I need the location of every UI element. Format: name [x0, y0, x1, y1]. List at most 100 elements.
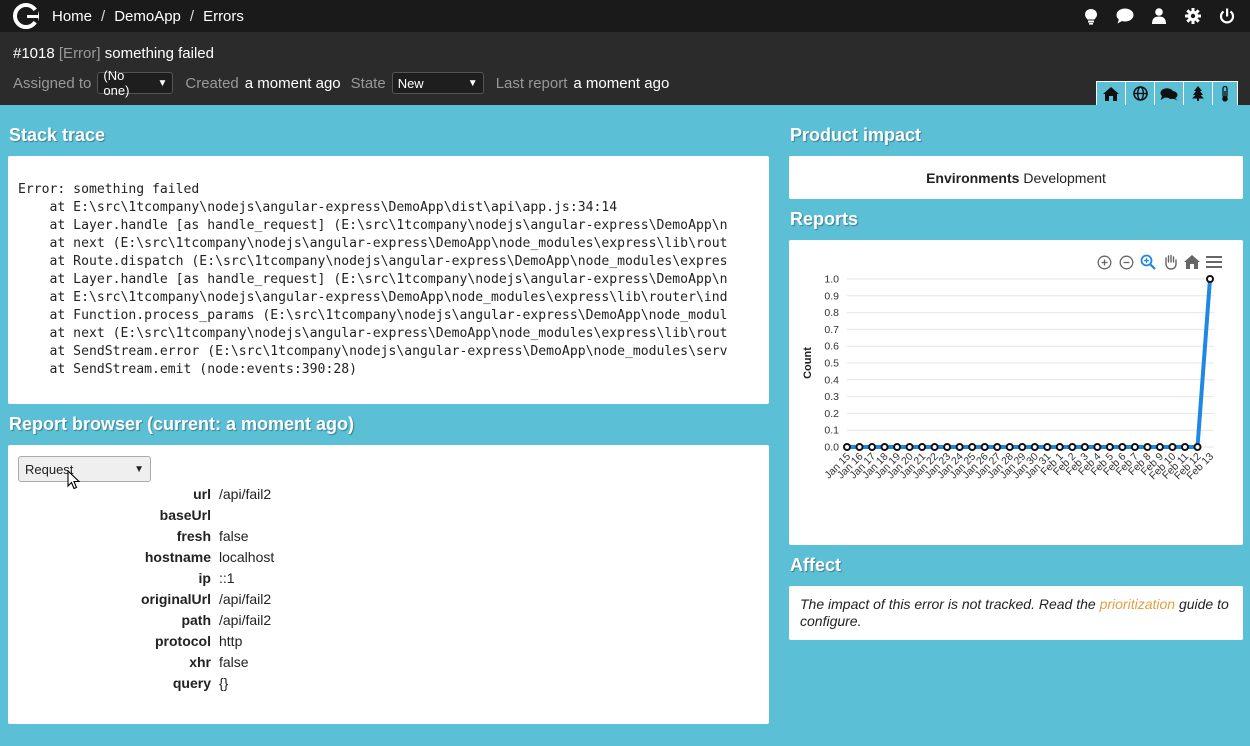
property-key: protocol	[155, 632, 211, 649]
reset-home-icon[interactable]	[1181, 252, 1203, 272]
property-row: query {}	[8, 672, 408, 693]
assigned-label: Assigned to	[13, 74, 92, 92]
data-point	[1043, 443, 1052, 451]
data-point	[855, 443, 864, 451]
data-point	[905, 443, 914, 451]
stack-line: at next (E:\src\1tcompany\nodejs\angular…	[18, 326, 728, 341]
home-icon[interactable]	[1097, 82, 1125, 105]
property-value: http	[219, 632, 243, 649]
stack-line: at next (E:\src\1tcompany\nodejs\angular…	[18, 236, 728, 251]
stack-line: at Function.process_params (E:\src\1tcom…	[18, 308, 728, 323]
data-point	[1105, 443, 1114, 451]
user-icon[interactable]	[1142, 0, 1176, 32]
breadcrumb-separator: /	[189, 7, 195, 25]
error-meta: Assigned to (No one) ▼ Created a moment …	[13, 68, 679, 98]
data-point	[955, 443, 964, 451]
stack-trace-panel: Error: something failed at E:\src\1tcomp…	[8, 156, 769, 404]
breadcrumb-errors[interactable]: Errors	[203, 8, 244, 25]
affect-text: The impact of this error is not tracked.…	[800, 596, 1100, 612]
property-value: /api/fail2	[219, 611, 272, 628]
chevron-down-icon: ▼	[157, 77, 168, 89]
breadcrumb-app[interactable]: DemoApp	[114, 8, 181, 25]
comments-icon[interactable]	[1155, 82, 1183, 105]
property-key: fresh	[176, 527, 211, 544]
property-row: ip::1	[8, 567, 408, 588]
error-message: something failed	[104, 45, 214, 62]
property-value: ::1	[219, 569, 235, 586]
y-tick-label: 0.8	[824, 307, 839, 319]
lightbulb-icon[interactable]	[1074, 0, 1108, 32]
property-key: path	[181, 611, 211, 628]
data-point	[1093, 443, 1102, 451]
zoom-in-icon[interactable]	[1093, 252, 1115, 272]
reports-heading: Reports	[790, 209, 859, 229]
product-impact-panel: Environments Development	[789, 156, 1243, 199]
reports-chart: 0.00.10.20.30.40.50.60.70.80.91.0CountJa…	[802, 274, 1216, 483]
logo[interactable]	[12, 2, 40, 30]
breadcrumb-home[interactable]: Home	[52, 8, 92, 25]
data-point	[930, 443, 939, 451]
page-title: #1018 [Error] something failed	[13, 45, 214, 62]
data-point	[1068, 443, 1077, 451]
y-tick-label: 0.9	[824, 290, 839, 302]
navbar-actions	[1074, 0, 1244, 32]
property-row: hostname localhost	[8, 546, 408, 567]
property-row: fresh false	[8, 525, 408, 546]
tree-icon[interactable]	[1184, 82, 1212, 105]
assigned-value: (No one)	[103, 68, 130, 98]
zoom-out-icon[interactable]	[1115, 252, 1137, 272]
data-point	[893, 443, 902, 451]
globe-icon[interactable]	[1126, 82, 1154, 105]
assigned-select[interactable]: (No one) ▼	[97, 68, 174, 98]
thermometer-icon[interactable]	[1213, 82, 1237, 105]
error-header: #1018 [Error] something failed Assigned …	[0, 32, 1250, 105]
state-select[interactable]: New ▼	[391, 72, 484, 94]
property-key: query	[172, 674, 211, 691]
breadcrumb-separator: /	[101, 7, 106, 25]
report-section-select[interactable]: Request ▼	[18, 456, 151, 482]
last-report-label: Last report	[495, 74, 568, 92]
y-tick-label: 0.4	[824, 374, 839, 386]
menu-icon[interactable]	[1203, 252, 1225, 272]
pan-icon[interactable]	[1159, 252, 1181, 272]
created-value: a moment ago	[244, 74, 341, 92]
property-key: xhr	[189, 653, 211, 670]
breadcrumb: Home / DemoApp / Errors	[52, 0, 244, 32]
data-point	[1005, 443, 1014, 451]
property-row: path/api/fail2	[8, 609, 408, 630]
stack-line: at E:\src\1tcompany\nodejs\angular-expre…	[18, 200, 618, 215]
top-navbar: Home / DemoApp / Errors	[0, 0, 1250, 32]
property-key: originalUrl	[140, 590, 211, 607]
state-label: State	[350, 74, 386, 92]
property-value: localhost	[219, 548, 275, 565]
power-icon[interactable]	[1210, 0, 1244, 32]
stack-line: at E:\src\1tcompany\nodejs\angular-expre…	[18, 290, 728, 305]
data-point	[943, 443, 952, 451]
data-point	[980, 443, 989, 451]
reports-panel: 0.0 0.1 0.2 0.3 0.4 0.5 0.6 0.7 0.8 0.9 1.0 Count Ja…	[789, 240, 1243, 545]
error-type: [Error]	[58, 45, 101, 62]
chart-toolbar	[1093, 252, 1225, 272]
view-tabs	[1096, 81, 1238, 105]
data-point	[1080, 443, 1089, 451]
data-point	[1193, 443, 1202, 451]
y-tick-label: 1.0	[824, 274, 839, 286]
state-value: New	[397, 75, 424, 91]
y-axis-label: Count	[802, 347, 814, 379]
affect-panel: The impact of this error is not tracked.…	[789, 586, 1243, 640]
prioritization-link[interactable]: prioritization	[1100, 596, 1175, 612]
stack-line: at Layer.handle [as handle_request] (E:\…	[18, 272, 728, 287]
property-row: protocol http	[8, 630, 408, 651]
data-point	[1206, 275, 1214, 283]
data-point	[1030, 443, 1039, 451]
gear-icon[interactable]	[1176, 0, 1210, 32]
data-point	[1055, 443, 1064, 451]
zoom-select-icon[interactable]	[1137, 252, 1159, 272]
report-browser-heading: Report browser (current: a moment ago)	[9, 414, 355, 434]
property-row: originalUrl/api/fail2	[8, 588, 408, 609]
affect-heading: Affect	[790, 555, 842, 575]
data-point	[968, 443, 977, 451]
data-point	[843, 443, 851, 451]
chat-icon[interactable]	[1108, 0, 1142, 32]
y-tick-label: 0.7	[824, 324, 839, 336]
